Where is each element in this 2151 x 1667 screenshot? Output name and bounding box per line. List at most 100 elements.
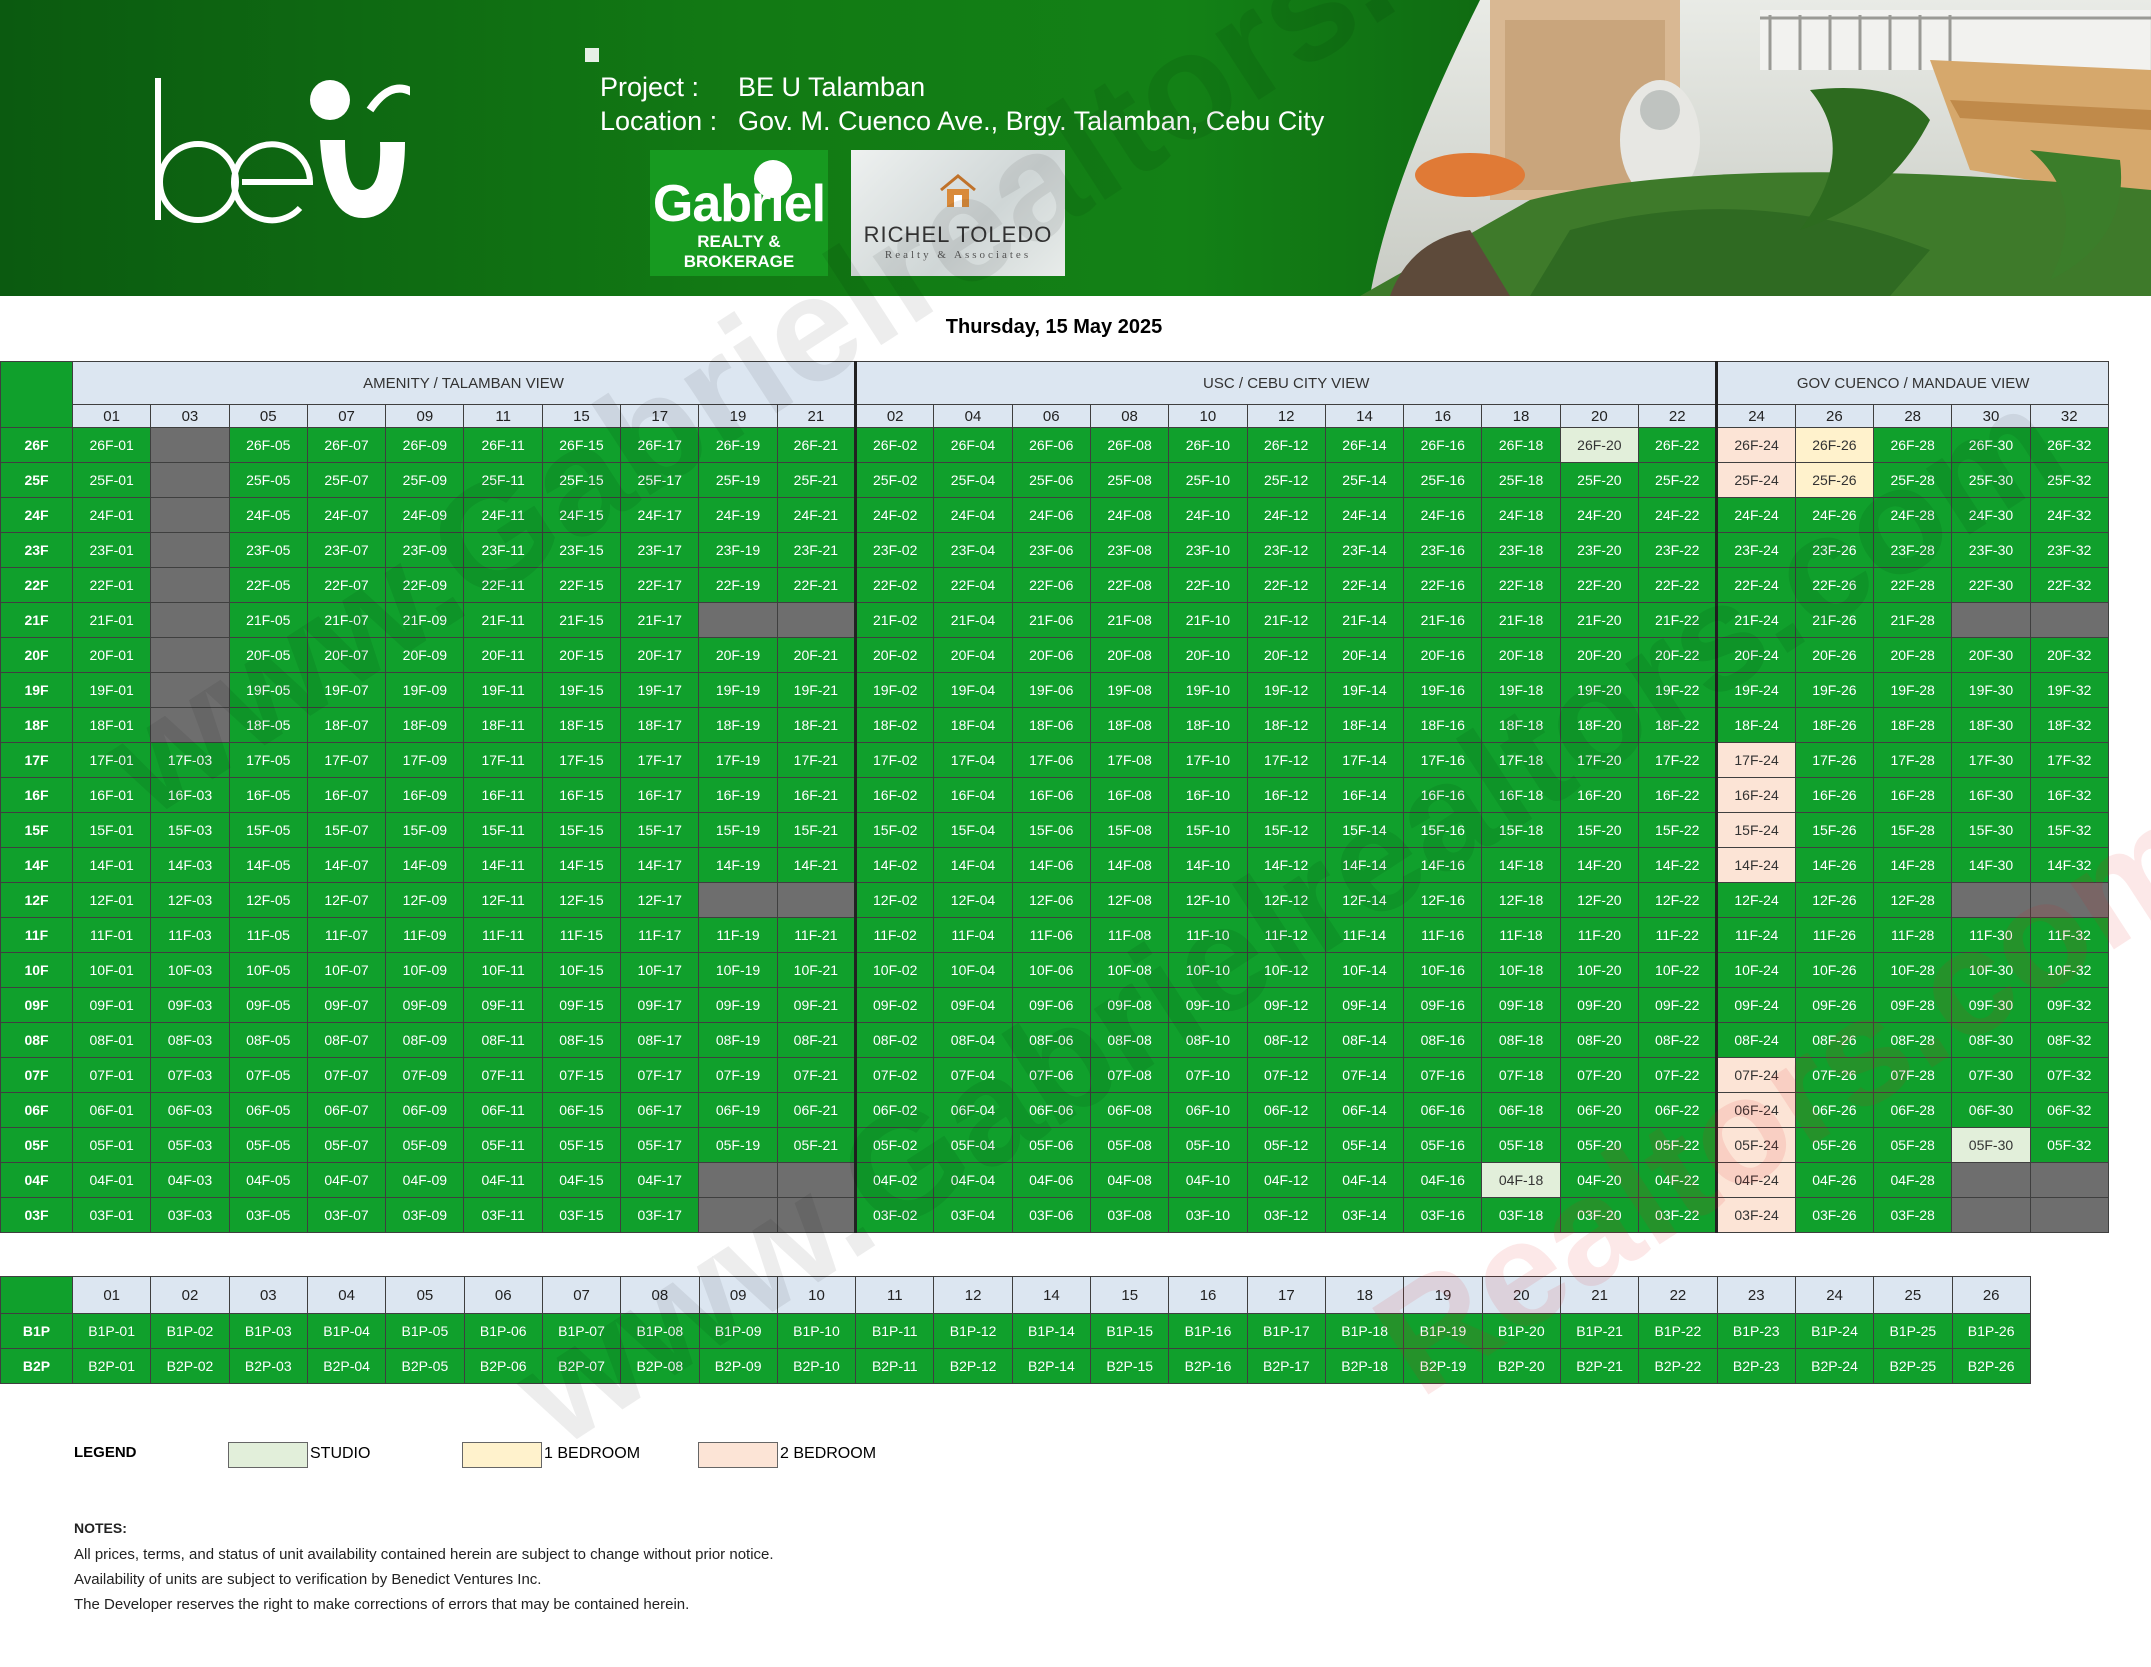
unavailable-unit-cell[interactable]	[1951, 1197, 2031, 1233]
unit-cell[interactable]: 19F-18	[1481, 672, 1561, 708]
unit-cell[interactable]: 24F-32	[2029, 497, 2109, 533]
unit-cell[interactable]: 18F-15	[541, 707, 622, 743]
unit-cell[interactable]: 04F-02	[854, 1162, 935, 1198]
unit-cell[interactable]: 14F-09	[385, 847, 465, 883]
unit-cell[interactable]: 21F-07	[306, 602, 387, 638]
unit-cell[interactable]: 09F-32	[2029, 987, 2109, 1023]
unavailable-unit-cell[interactable]	[1951, 1162, 2031, 1198]
unit-cell[interactable]: 12F-05	[228, 882, 308, 918]
unit-cell[interactable]: 04F-24	[1715, 1162, 1796, 1198]
unit-cell[interactable]: 24F-01	[71, 497, 152, 533]
unit-cell[interactable]: 22F-26	[1794, 567, 1875, 603]
unit-cell[interactable]: 26F-17	[620, 427, 700, 463]
unit-cell[interactable]: 12F-12	[1246, 882, 1326, 918]
unit-cell[interactable]: 26F-32	[2029, 427, 2109, 463]
unit-cell[interactable]: 25F-16	[1403, 462, 1483, 498]
unit-cell[interactable]: 07F-30	[1951, 1057, 2031, 1093]
unit-cell[interactable]: 17F-18	[1481, 742, 1561, 778]
unit-cell[interactable]: 23F-26	[1794, 532, 1875, 568]
unit-cell[interactable]: 11F-08	[1089, 917, 1170, 953]
unit-cell[interactable]: 10F-03	[150, 952, 230, 988]
unit-cell[interactable]: 19F-21	[776, 672, 857, 708]
unit-cell[interactable]: 22F-09	[385, 567, 465, 603]
unit-cell[interactable]: 09F-21	[776, 987, 857, 1023]
unit-cell[interactable]: 17F-17	[620, 742, 700, 778]
unit-cell[interactable]: 24F-10	[1168, 497, 1248, 533]
unavailable-unit-cell[interactable]	[150, 497, 230, 533]
unit-cell[interactable]: 14F-32	[2029, 847, 2109, 883]
unit-cell[interactable]: 14F-06	[1011, 847, 1091, 883]
unit-cell[interactable]: 20F-28	[1873, 637, 1953, 673]
unit-cell[interactable]: 16F-02	[854, 777, 935, 813]
unit-cell[interactable]: 07F-26	[1794, 1057, 1875, 1093]
unit-cell[interactable]: 24F-05	[228, 497, 308, 533]
unit-cell[interactable]: 04F-26	[1794, 1162, 1875, 1198]
unit-cell[interactable]: 03F-07	[306, 1197, 387, 1233]
unit-cell[interactable]: 04F-10	[1168, 1162, 1248, 1198]
unit-cell[interactable]: 25F-02	[854, 462, 935, 498]
unit-cell[interactable]: 17F-20	[1559, 742, 1640, 778]
unit-cell[interactable]: 25F-28	[1873, 462, 1953, 498]
unit-cell[interactable]: 10F-19	[698, 952, 778, 988]
unavailable-unit-cell[interactable]	[698, 1197, 778, 1233]
unit-cell[interactable]: 18F-06	[1011, 707, 1091, 743]
unit-cell[interactable]: 15F-02	[854, 812, 935, 848]
unit-cell[interactable]: 08F-10	[1168, 1022, 1248, 1058]
unit-cell[interactable]: 25F-10	[1168, 462, 1248, 498]
unavailable-unit-cell[interactable]	[150, 462, 230, 498]
parking-slot-cell[interactable]: B2P-09	[698, 1348, 778, 1384]
unit-cell[interactable]: 05F-22	[1637, 1127, 1718, 1163]
unit-cell[interactable]: 04F-11	[463, 1162, 543, 1198]
unit-cell[interactable]: 08F-08	[1089, 1022, 1170, 1058]
unit-cell[interactable]: 12F-16	[1403, 882, 1483, 918]
unit-cell[interactable]: 21F-06	[1011, 602, 1091, 638]
unit-cell[interactable]: 20F-15	[541, 637, 622, 673]
unit-cell[interactable]: 12F-17	[620, 882, 700, 918]
unit-cell[interactable]: 23F-24	[1715, 532, 1796, 568]
parking-slot-cell[interactable]: B2P-22	[1638, 1348, 1718, 1384]
unit-cell[interactable]: 18F-22	[1637, 707, 1718, 743]
unit-cell[interactable]: 14F-03	[150, 847, 230, 883]
unit-cell[interactable]: 16F-15	[541, 777, 622, 813]
unit-cell[interactable]: 10F-26	[1794, 952, 1875, 988]
unit-cell[interactable]: 11F-19	[698, 917, 778, 953]
unit-cell[interactable]: 09F-19	[698, 987, 778, 1023]
unit-cell[interactable]: 26F-18	[1481, 427, 1561, 463]
unit-cell[interactable]: 24F-16	[1403, 497, 1483, 533]
unit-cell[interactable]: 04F-16	[1403, 1162, 1483, 1198]
unit-cell[interactable]: 17F-03	[150, 742, 230, 778]
unit-cell[interactable]: 07F-19	[698, 1057, 778, 1093]
unit-cell[interactable]: 08F-12	[1246, 1022, 1326, 1058]
unit-cell[interactable]: 19F-20	[1559, 672, 1640, 708]
unit-cell[interactable]: 06F-10	[1168, 1092, 1248, 1128]
unit-cell[interactable]: 12F-20	[1559, 882, 1640, 918]
unit-cell[interactable]: 14F-20	[1559, 847, 1640, 883]
unit-cell[interactable]: 12F-24	[1715, 882, 1796, 918]
unit-cell[interactable]: 10F-18	[1481, 952, 1561, 988]
unit-cell[interactable]: 23F-06	[1011, 532, 1091, 568]
unit-cell[interactable]: 14F-07	[306, 847, 387, 883]
parking-slot-cell[interactable]: B1P-26	[1951, 1313, 2031, 1349]
unit-cell[interactable]: 04F-08	[1089, 1162, 1170, 1198]
unit-cell[interactable]: 09F-26	[1794, 987, 1875, 1023]
unit-cell[interactable]: 24F-07	[306, 497, 387, 533]
unit-cell[interactable]: 18F-18	[1481, 707, 1561, 743]
unit-cell[interactable]: 22F-14	[1324, 567, 1405, 603]
unit-cell[interactable]: 23F-01	[71, 532, 152, 568]
unit-cell[interactable]: 17F-10	[1168, 742, 1248, 778]
unit-cell[interactable]: 08F-07	[306, 1022, 387, 1058]
unit-cell[interactable]: 15F-14	[1324, 812, 1405, 848]
unit-cell[interactable]: 09F-11	[463, 987, 543, 1023]
unit-cell[interactable]: 16F-30	[1951, 777, 2031, 813]
unit-cell[interactable]: 24F-11	[463, 497, 543, 533]
unit-cell[interactable]: 20F-01	[71, 637, 152, 673]
unit-cell[interactable]: 12F-26	[1794, 882, 1875, 918]
unit-cell[interactable]: 17F-05	[228, 742, 308, 778]
unit-cell[interactable]: 10F-32	[2029, 952, 2109, 988]
unit-cell[interactable]: 04F-05	[228, 1162, 308, 1198]
parking-slot-cell[interactable]: B2P-21	[1559, 1348, 1640, 1384]
unit-cell[interactable]: 05F-26	[1794, 1127, 1875, 1163]
unit-cell[interactable]: 19F-01	[71, 672, 152, 708]
unit-cell[interactable]: 24F-17	[620, 497, 700, 533]
unit-cell[interactable]: 08F-17	[620, 1022, 700, 1058]
